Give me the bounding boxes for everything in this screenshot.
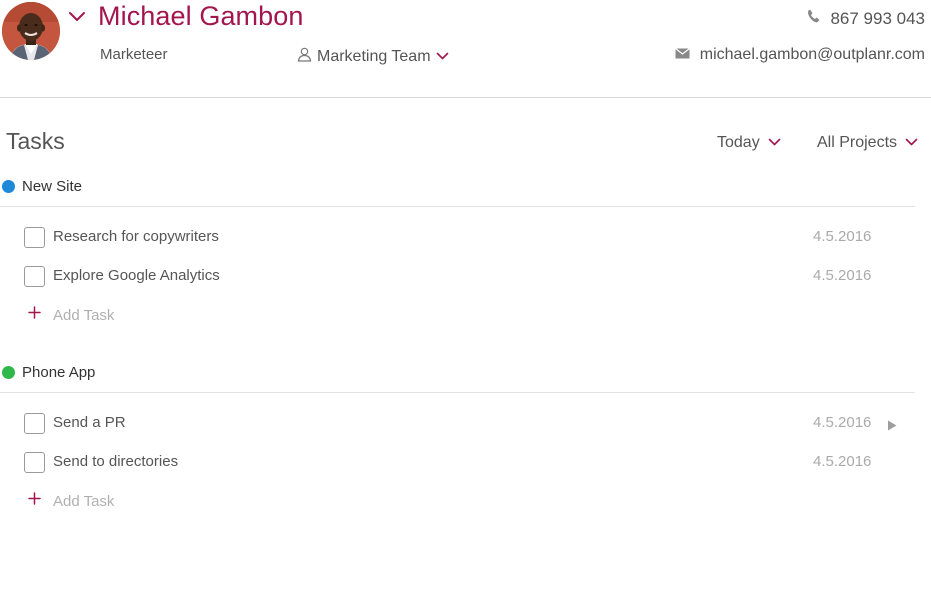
chevron-down-icon bbox=[436, 48, 449, 66]
project-name: New Site bbox=[22, 178, 83, 195]
task-date: 4.5.2016 bbox=[813, 267, 872, 284]
task-date: 4.5.2016 bbox=[813, 414, 872, 431]
task-row[interactable]: Explore Google Analytics 4.5.2016 bbox=[24, 266, 904, 290]
team-selector[interactable]: Marketing Team bbox=[297, 47, 449, 67]
user-icon bbox=[297, 47, 312, 67]
add-task-label: Add Task bbox=[53, 306, 115, 324]
task-title[interactable]: Send a PR bbox=[53, 414, 126, 431]
project-divider bbox=[0, 206, 915, 207]
add-task-button[interactable]: Add Task bbox=[28, 306, 114, 324]
add-task-label: Add Task bbox=[53, 492, 115, 510]
phone-contact: 867 993 043 bbox=[806, 8, 925, 29]
date-filter-dropdown[interactable]: Today bbox=[717, 134, 781, 152]
date-filter-label: Today bbox=[717, 134, 760, 151]
task-checkbox[interactable] bbox=[24, 266, 45, 287]
envelope-icon bbox=[674, 46, 690, 64]
user-role: Marketeer bbox=[100, 46, 168, 63]
task-row[interactable]: Send to directories 4.5.2016 bbox=[24, 452, 904, 476]
play-icon[interactable] bbox=[887, 418, 897, 436]
task-title[interactable]: Research for copywriters bbox=[53, 228, 219, 245]
project-filter-dropdown[interactable]: All Projects bbox=[817, 134, 918, 152]
plus-icon bbox=[28, 306, 41, 324]
chevron-down-icon bbox=[905, 134, 918, 152]
plus-icon bbox=[28, 492, 41, 510]
email-contact[interactable]: michael.gambon@outplanr.com bbox=[674, 46, 925, 64]
project-name: Phone App bbox=[22, 364, 96, 381]
project-header-new-site[interactable]: New Site bbox=[2, 178, 82, 195]
team-label: Marketing Team bbox=[317, 48, 431, 65]
project-color-dot bbox=[2, 366, 15, 379]
phone-number: 867 993 043 bbox=[830, 8, 925, 28]
project-divider bbox=[0, 392, 915, 393]
task-title[interactable]: Send to directories bbox=[53, 453, 178, 470]
email-address[interactable]: michael.gambon@outplanr.com bbox=[700, 46, 925, 64]
task-checkbox[interactable] bbox=[24, 452, 45, 473]
tasks-title: Tasks bbox=[6, 128, 65, 154]
project-header-phone-app[interactable]: Phone App bbox=[2, 364, 95, 381]
task-row[interactable]: Research for copywriters 4.5.2016 bbox=[24, 227, 904, 251]
project-color-dot bbox=[2, 180, 15, 193]
user-name: Michael Gambon bbox=[98, 1, 304, 31]
task-checkbox[interactable] bbox=[24, 227, 45, 248]
task-checkbox[interactable] bbox=[24, 413, 45, 434]
header-divider bbox=[0, 97, 931, 98]
task-date: 4.5.2016 bbox=[813, 228, 872, 245]
chevron-down-icon[interactable] bbox=[68, 10, 86, 24]
add-task-button[interactable]: Add Task bbox=[28, 492, 114, 510]
avatar[interactable] bbox=[2, 2, 60, 60]
chevron-down-icon bbox=[768, 134, 781, 152]
phone-icon bbox=[806, 8, 822, 29]
project-filter-label: All Projects bbox=[817, 134, 898, 151]
task-row[interactable]: Send a PR 4.5.2016 bbox=[24, 413, 904, 437]
task-title[interactable]: Explore Google Analytics bbox=[53, 267, 220, 284]
task-date: 4.5.2016 bbox=[813, 453, 872, 470]
